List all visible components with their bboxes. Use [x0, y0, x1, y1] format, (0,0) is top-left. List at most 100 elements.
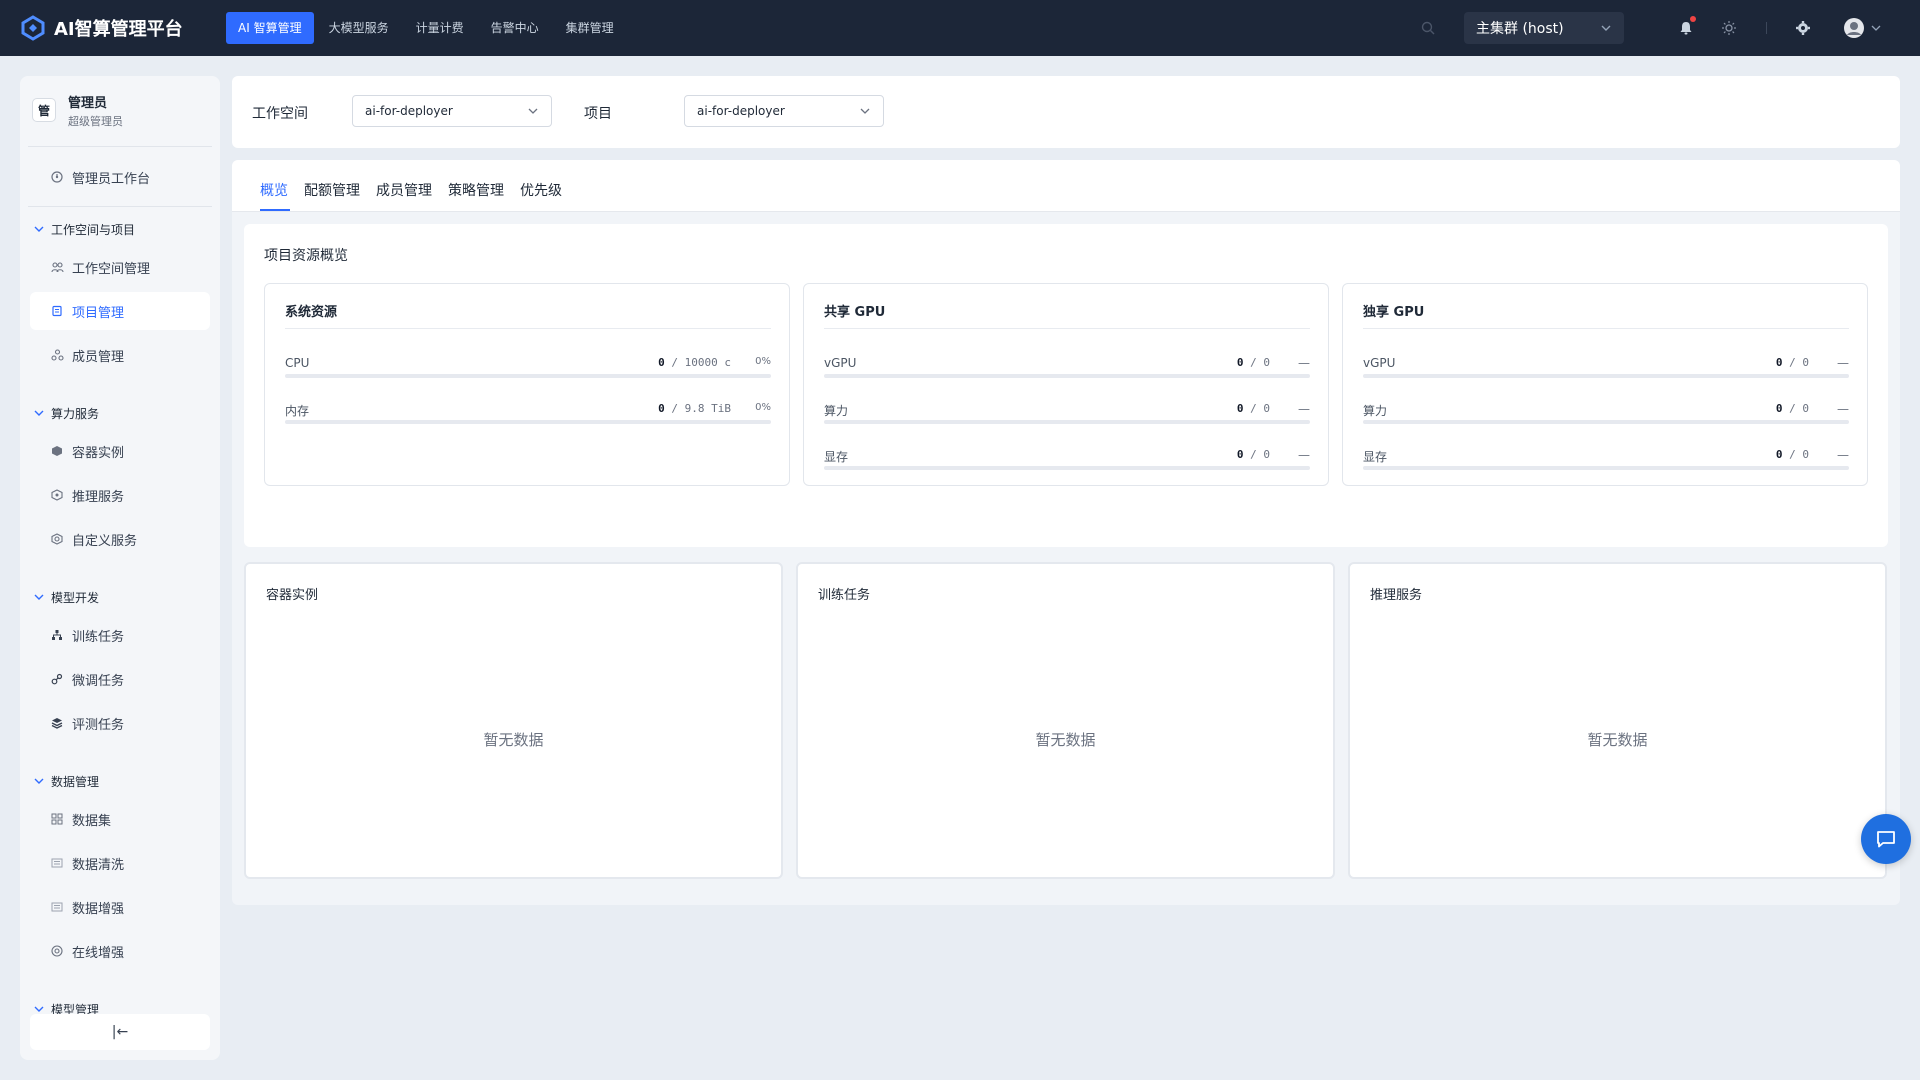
resource-percent: — [1837, 402, 1849, 416]
sidebar-item-workspace-mgmt[interactable]: 工作空间管理 [30, 248, 210, 286]
tab-overview[interactable]: 概览 [260, 180, 288, 200]
topnav-billing[interactable]: 计量计费 [404, 12, 476, 44]
sidebar-item-label: 数据增强 [72, 901, 125, 917]
dashboard-icon [50, 170, 64, 184]
divider [824, 328, 1310, 329]
sidebar-item-data-clean[interactable]: 数据清洗 [30, 844, 210, 882]
empty-state: 暂无数据 [1587, 731, 1648, 749]
exclusive-gpu-card: 独享 GPU vGPU 0 / 0 — 算力 0 / 0 — 显存 0 / 0 … [1342, 283, 1868, 486]
sidebar-item-custom-service[interactable]: 自定义服务 [30, 520, 210, 558]
user-profile[interactable]: 管 管理员 超级管理员 [32, 88, 208, 132]
overview-title: 项目资源概览 [264, 248, 348, 264]
data-clean-icon [50, 856, 64, 870]
chat-button[interactable] [1861, 814, 1911, 864]
sidebar-item-inference[interactable]: 推理服务 [30, 476, 210, 514]
workspace-select-value: ai-for-deployer [365, 104, 453, 118]
usage-bar [824, 420, 1310, 424]
sidebar-item-label: 管理员工作台 [72, 171, 151, 187]
sidebar-item-member-mgmt[interactable]: 成员管理 [30, 336, 210, 374]
resource-value: 0 / 0 [1775, 448, 1809, 461]
container-instance-panel: 容器实例 暂无数据 [244, 562, 783, 879]
project-icon [50, 304, 64, 318]
sidebar-item-project-mgmt[interactable]: 项目管理 [30, 292, 210, 330]
resource-row-cpu: CPU 0 / 10000 c 0% [285, 348, 771, 380]
topnav-alerts[interactable]: 告警中心 [479, 12, 551, 44]
sidebar-item-online-augment[interactable]: 在线增强 [30, 932, 210, 970]
sidebar-item-label: 训练任务 [72, 629, 125, 645]
resource-value: 0 / 0 [1236, 448, 1270, 461]
shared-gpu-card: 共享 GPU vGPU 0 / 0 — 算力 0 / 0 — 显存 0 / 0 … [803, 283, 1329, 486]
usage-bar [824, 466, 1310, 470]
topnav-ai-compute[interactable]: AI 智算管理 [226, 12, 314, 44]
sidebar-item-finetune[interactable]: 微调任务 [30, 660, 210, 698]
sidebar-item-label: 数据集 [72, 813, 112, 829]
sidebar-item-admin-dashboard[interactable]: 管理员工作台 [30, 158, 210, 196]
tab-priority[interactable]: 优先级 [520, 180, 562, 200]
divider [28, 146, 212, 147]
resource-percent: — [1298, 356, 1310, 370]
sidebar-item-data-augment[interactable]: 数据增强 [30, 888, 210, 926]
chevron-down-icon [34, 226, 44, 232]
resource-row-vram: 显存 0 / 0 — [824, 440, 1310, 472]
project-select[interactable]: ai-for-deployer [684, 95, 884, 127]
custom-service-icon [50, 532, 64, 546]
divider [28, 206, 212, 207]
usage-bar [285, 374, 771, 378]
panel-title: 推理服务 [1370, 588, 1423, 603]
user-menu[interactable] [1842, 18, 1882, 38]
top-nav: AI 智算管理 大模型服务 计量计费 告警中心 集群管理 [226, 12, 629, 44]
resource-label: CPU [285, 356, 310, 370]
user-role: 超级管理员 [68, 114, 123, 128]
collapse-sidebar-button[interactable]: |← [30, 1014, 210, 1050]
cluster-select[interactable]: 主集群 (host) [1464, 12, 1624, 44]
sidebar-group-label: 工作空间与项目 [51, 222, 136, 237]
sidebar-group-workspace[interactable]: 工作空间与项目 [34, 219, 135, 239]
sidebar-item-label: 容器实例 [72, 445, 125, 461]
sidebar-group-model-dev[interactable]: 模型开发 [34, 587, 99, 607]
divider [1363, 328, 1849, 329]
inference-service-panel: 推理服务 暂无数据 [1348, 562, 1887, 879]
topnav-cluster[interactable]: 集群管理 [554, 12, 626, 44]
resource-value: 0 / 0 [1236, 402, 1270, 415]
theme-sun-icon[interactable] [1719, 18, 1739, 38]
sidebar-item-label: 微调任务 [72, 673, 125, 689]
inference-icon [50, 488, 64, 502]
project-label: 项目 [584, 106, 612, 122]
tab-quota[interactable]: 配额管理 [304, 180, 360, 200]
resource-label: 显存 [824, 450, 849, 464]
sidebar-group-data[interactable]: 数据管理 [34, 771, 99, 791]
resource-value: 0 / 0 [1775, 402, 1809, 415]
usage-bar [1363, 420, 1849, 424]
active-tab-indicator [260, 209, 290, 211]
brand[interactable]: AI智算管理平台 [20, 15, 206, 41]
resource-label: 显存 [1363, 450, 1388, 464]
tab-policy[interactable]: 策略管理 [448, 180, 504, 200]
avatar-icon [1844, 18, 1864, 38]
resource-value: 0 / 9.8 TiB [658, 402, 731, 415]
resource-row-vgpu: vGPU 0 / 0 — [824, 348, 1310, 380]
collapse-icon: |← [111, 1024, 129, 1040]
sidebar-item-label: 自定义服务 [72, 533, 138, 549]
sidebar-item-eval[interactable]: 评测任务 [30, 704, 210, 742]
resource-percent: — [1837, 356, 1849, 370]
sidebar-item-label: 在线增强 [72, 945, 125, 961]
project-select-value: ai-for-deployer [697, 104, 785, 118]
sidebar-item-container[interactable]: 容器实例 [30, 432, 210, 470]
main-content: 概览 配额管理 成员管理 策略管理 优先级 项目资源概览 系统资源 CPU 0 … [232, 160, 1900, 905]
sidebar: 管 管理员 超级管理员 管理员工作台 工作空间与项目 工作空间管理 项目管理 成… [20, 76, 220, 1060]
search-icon[interactable] [1418, 18, 1438, 38]
online-augment-icon [50, 944, 64, 958]
cluster-select-value: 主集群 (host) [1476, 21, 1564, 37]
workspace-select[interactable]: ai-for-deployer [352, 95, 552, 127]
sidebar-group-compute[interactable]: 算力服务 [34, 403, 99, 423]
chevron-down-icon [34, 410, 44, 416]
topnav-llm-service[interactable]: 大模型服务 [317, 12, 401, 44]
sidebar-item-training[interactable]: 训练任务 [30, 616, 210, 654]
sidebar-item-label: 工作空间管理 [72, 261, 151, 277]
gear-icon[interactable] [1793, 18, 1813, 38]
card-title: 独享 GPU [1363, 305, 1425, 320]
sidebar-item-dataset[interactable]: 数据集 [30, 800, 210, 838]
tab-members[interactable]: 成员管理 [376, 180, 432, 200]
usage-bar [1363, 374, 1849, 378]
bell-icon[interactable] [1676, 16, 1696, 38]
